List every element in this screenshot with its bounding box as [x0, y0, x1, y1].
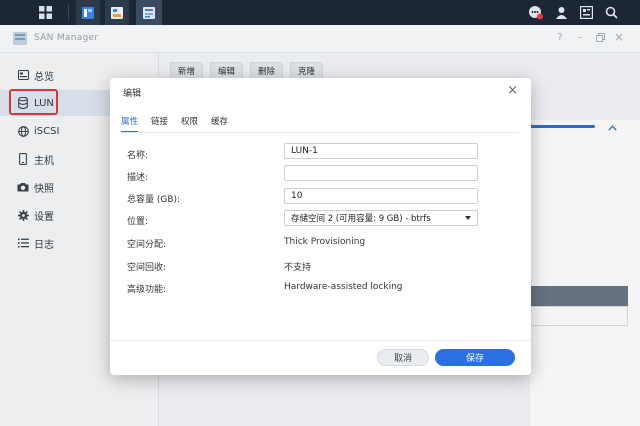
allocation-label: 空间分配: — [127, 240, 167, 250]
tab-cache[interactable]: 缓存 — [211, 115, 228, 133]
tab-permissions[interactable]: 权限 — [181, 115, 198, 133]
reclaim-value: 不支持 — [284, 263, 312, 273]
location-label: 位置: — [127, 217, 149, 227]
name-input[interactable] — [284, 143, 478, 159]
capacity-input[interactable] — [284, 188, 478, 204]
advanced-label: 高级功能: — [127, 285, 167, 295]
dialog-tabs: 属性 链接 权限 缓存 — [121, 115, 241, 133]
user-icon[interactable] — [550, 0, 572, 25]
dialog-close-icon[interactable]: × — [507, 83, 518, 98]
file-station-icon[interactable] — [76, 0, 100, 25]
location-select[interactable]: 存储空间 2 (可用容量: 9 GB) - btrfs — [284, 210, 478, 226]
widgets-icon[interactable] — [575, 0, 597, 25]
taskbar — [0, 0, 640, 25]
san-manager-taskbar-icon[interactable] — [136, 0, 162, 25]
edit-dialog: 编辑 × 属性 链接 权限 缓存 名称: 描述: 总容量 (GB): 位置: 存… — [110, 78, 531, 375]
caret-down-icon — [465, 216, 471, 220]
allocation-value: Thick Provisioning — [284, 237, 366, 247]
chat-icon[interactable] — [523, 0, 547, 25]
name-label: 名称: — [127, 151, 149, 161]
description-input[interactable] — [284, 165, 478, 181]
dialog-footer-divider — [110, 340, 531, 341]
tab-divider — [121, 132, 519, 133]
tab-properties[interactable]: 属性 — [121, 115, 139, 133]
search-icon[interactable] — [600, 0, 622, 25]
location-select-value: 存储空间 2 (可用容量: 9 GB) - btrfs — [291, 214, 431, 224]
cancel-button[interactable]: 取消 — [377, 349, 429, 366]
dialog-title: 编辑 — [123, 89, 142, 99]
description-label: 描述: — [127, 173, 149, 183]
capacity-label: 总容量 (GB): — [127, 195, 181, 205]
tab-links[interactable]: 链接 — [151, 115, 168, 133]
storage-manager-icon[interactable] — [105, 0, 129, 25]
save-button[interactable]: 保存 — [435, 349, 515, 366]
app-grid-icon[interactable] — [33, 0, 57, 25]
reclaim-label: 空间回收: — [127, 263, 167, 273]
advanced-value: Hardware-assisted locking — [284, 282, 403, 292]
